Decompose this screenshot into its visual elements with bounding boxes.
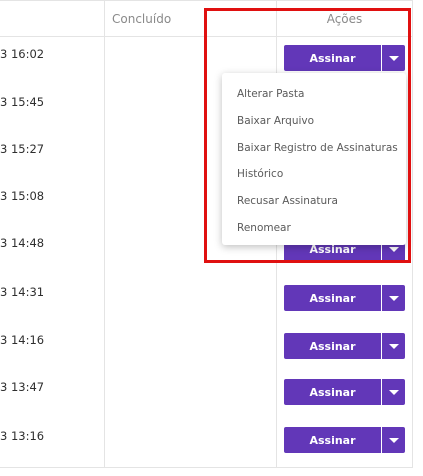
column-header-acoes: Ações	[326, 12, 363, 26]
sign-button[interactable]: Assinar	[284, 285, 381, 311]
row-timestamp: 3 15:45	[0, 95, 45, 109]
chevron-down-icon	[388, 343, 399, 349]
table-bottom-border	[0, 467, 413, 468]
row-timestamp: 3 15:08	[0, 189, 45, 203]
actions-dropdown-toggle[interactable]	[382, 379, 405, 405]
row-timestamp: 3 15:27	[0, 142, 45, 156]
column-divider-concluido	[104, 0, 105, 468]
document-table-view: Concluído Ações 3 16:02 Assinar 3 15:45 …	[0, 0, 423, 476]
sign-split-button: Assinar	[284, 379, 405, 405]
actions-dropdown-toggle[interactable]	[382, 285, 405, 311]
table-right-border	[412, 0, 413, 468]
sign-button[interactable]: Assinar	[284, 333, 381, 359]
sign-split-button: Assinar	[284, 427, 405, 453]
row-timestamp: 3 14:31	[0, 285, 45, 299]
actions-dropdown-toggle[interactable]	[382, 427, 405, 453]
menu-item-recusar-assinatura[interactable]: Recusar Assinatura	[222, 188, 406, 215]
actions-dropdown-menu: Alterar Pasta Baixar Arquivo Baixar Regi…	[222, 73, 406, 245]
sign-button[interactable]: Assinar	[284, 45, 381, 71]
menu-item-renomear[interactable]: Renomear	[222, 215, 406, 242]
sign-split-button: Assinar	[284, 285, 405, 311]
sign-button[interactable]: Assinar	[284, 427, 381, 453]
actions-dropdown-toggle[interactable]	[382, 45, 405, 71]
chevron-down-icon	[388, 295, 399, 301]
row-timestamp: 3 14:48	[0, 236, 45, 250]
row-timestamp: 3 14:16	[0, 333, 45, 347]
sign-split-button: Assinar	[284, 333, 405, 359]
sign-split-button: Assinar	[284, 45, 405, 71]
chevron-down-icon	[388, 246, 399, 252]
sign-button[interactable]: Assinar	[284, 379, 381, 405]
chevron-down-icon	[388, 389, 399, 395]
menu-item-alterar-pasta[interactable]: Alterar Pasta	[222, 81, 406, 108]
row-timestamp: 3 16:02	[0, 47, 45, 61]
menu-item-historico[interactable]: Histórico	[222, 161, 406, 188]
row-timestamp: 3 13:16	[0, 429, 45, 443]
menu-item-baixar-arquivo[interactable]: Baixar Arquivo	[222, 108, 406, 135]
row-timestamp: 3 13:47	[0, 380, 45, 394]
actions-dropdown-toggle[interactable]	[382, 333, 405, 359]
chevron-down-icon	[388, 55, 399, 61]
menu-item-baixar-registro[interactable]: Baixar Registro de Assinaturas	[222, 135, 406, 162]
column-header-concluido: Concluído	[112, 12, 172, 26]
chevron-down-icon	[388, 437, 399, 443]
